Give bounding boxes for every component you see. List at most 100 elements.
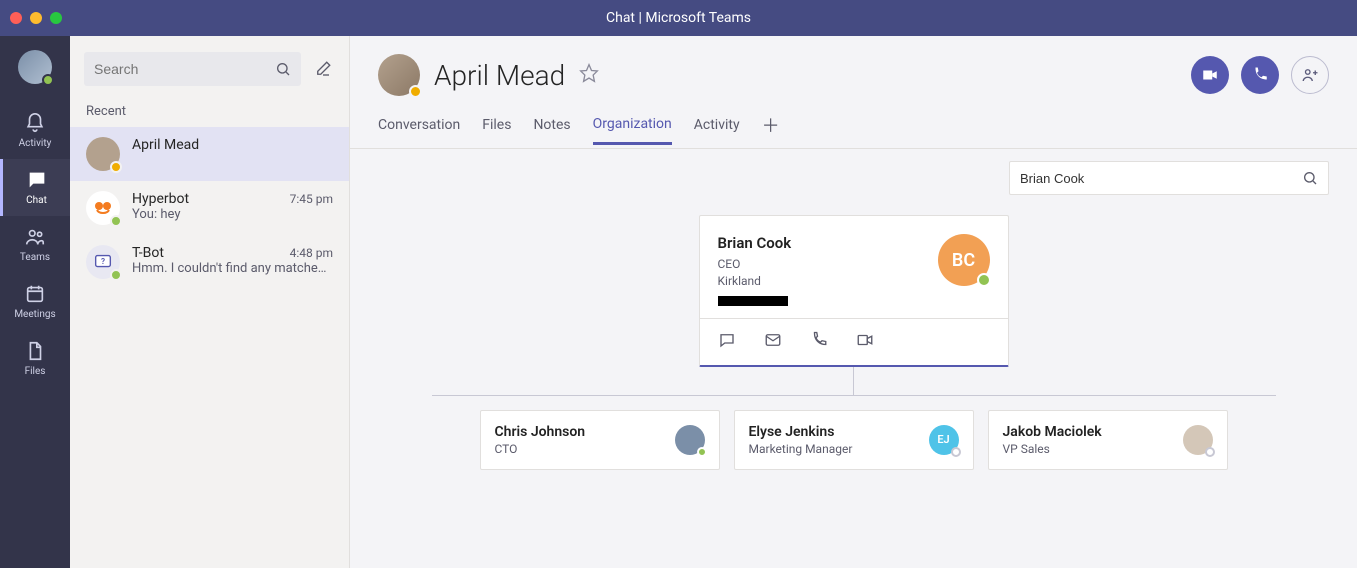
report-avatar bbox=[675, 425, 705, 455]
redacted-text bbox=[718, 296, 788, 306]
org-search-box[interactable] bbox=[1009, 161, 1329, 195]
maximize-window-button[interactable] bbox=[50, 12, 62, 24]
app-rail: Activity Chat Teams Meetings Files bbox=[0, 36, 70, 568]
status-available-icon bbox=[977, 273, 991, 287]
tab-conversation[interactable]: Conversation bbox=[378, 117, 460, 143]
card-avatar: BC bbox=[938, 234, 990, 286]
nav-arrows bbox=[86, 10, 104, 26]
tab-activity[interactable]: Activity bbox=[694, 117, 740, 143]
status-dot bbox=[110, 161, 122, 173]
rail-activity[interactable]: Activity bbox=[0, 102, 70, 159]
video-call-button[interactable] bbox=[1191, 56, 1229, 94]
presence-indicator bbox=[42, 74, 54, 86]
status-dot bbox=[1205, 447, 1215, 457]
mail-icon bbox=[764, 331, 782, 349]
chat-list: Recent April Mead Hyperbot 7:45 pm bbox=[70, 36, 350, 568]
tabs: Conversation Files Notes Organization Activi… bbox=[350, 96, 1357, 149]
compose-button[interactable] bbox=[311, 52, 335, 86]
me-avatar[interactable] bbox=[18, 50, 52, 84]
org-search-input[interactable] bbox=[1020, 171, 1302, 186]
search-icon bbox=[275, 61, 291, 77]
chat-avatar bbox=[86, 191, 120, 225]
favorite-button[interactable] bbox=[579, 63, 599, 87]
audio-call-button[interactable] bbox=[1241, 56, 1279, 94]
close-window-button[interactable] bbox=[10, 12, 22, 24]
status-dot bbox=[110, 215, 122, 227]
file-icon bbox=[24, 340, 46, 362]
card-call-button[interactable] bbox=[810, 331, 828, 353]
phone-icon bbox=[810, 331, 828, 349]
org-person-card[interactable]: Brian Cook CEO Kirkland BC bbox=[699, 215, 1009, 367]
search-input[interactable] bbox=[94, 61, 275, 77]
chat-header: April Mead bbox=[350, 36, 1357, 96]
chat-name: Hyperbot bbox=[132, 191, 189, 207]
rail-label: Activity bbox=[19, 138, 52, 149]
add-tab-button[interactable]: ＋ bbox=[762, 112, 780, 148]
report-avatar: EJ bbox=[929, 425, 959, 455]
card-location: Kirkland bbox=[718, 273, 926, 290]
rail-meetings[interactable]: Meetings bbox=[0, 273, 70, 330]
report-role: Marketing Manager bbox=[749, 442, 853, 456]
traffic-lights bbox=[10, 12, 62, 24]
status-dot bbox=[697, 447, 707, 457]
video-icon bbox=[1201, 66, 1219, 84]
star-icon bbox=[579, 63, 599, 83]
recent-label: Recent bbox=[70, 86, 349, 127]
titlebar: Chat | Microsoft Teams bbox=[0, 0, 1357, 36]
video-icon bbox=[856, 331, 874, 349]
rail-teams[interactable]: Teams bbox=[0, 216, 70, 273]
chat-avatar bbox=[86, 137, 120, 171]
tab-organization[interactable]: Organization bbox=[593, 116, 672, 145]
card-mail-button[interactable] bbox=[764, 331, 782, 353]
chat-icon bbox=[718, 331, 736, 349]
chat-list-item[interactable]: April Mead bbox=[70, 127, 349, 181]
search-box[interactable] bbox=[84, 52, 301, 86]
chat-avatar: ? bbox=[86, 245, 120, 279]
bell-icon bbox=[24, 112, 46, 134]
rail-label: Teams bbox=[20, 252, 50, 263]
chat-preview: You: hey bbox=[132, 207, 333, 222]
organization-view: Brian Cook CEO Kirkland BC bbox=[350, 149, 1357, 568]
status-dot bbox=[951, 447, 961, 457]
chat-list-item[interactable]: ? T-Bot 4:48 pm Hmm. I couldn't find any… bbox=[70, 235, 349, 289]
content-area: April Mead Conversation Files Notes Organiz… bbox=[350, 36, 1357, 568]
status-dot bbox=[110, 269, 122, 281]
search-icon bbox=[1302, 170, 1318, 186]
people-icon bbox=[24, 226, 46, 248]
compose-icon bbox=[314, 60, 332, 78]
card-actions bbox=[700, 318, 1008, 365]
card-role: CEO bbox=[718, 256, 926, 273]
org-report-card[interactable]: Elyse Jenkins Marketing Manager EJ bbox=[734, 410, 974, 470]
rail-files[interactable]: Files bbox=[0, 330, 70, 387]
status-away-icon bbox=[409, 85, 422, 98]
rail-label: Files bbox=[25, 366, 46, 377]
org-connector-line bbox=[853, 367, 854, 395]
avatar-initials: BC bbox=[952, 250, 975, 271]
bot-icon: ? bbox=[92, 251, 114, 273]
chat-name: April Mead bbox=[132, 137, 199, 153]
chat-time: 7:45 pm bbox=[290, 192, 333, 206]
report-role: CTO bbox=[495, 442, 586, 456]
tab-notes[interactable]: Notes bbox=[533, 117, 570, 143]
chat-name: T-Bot bbox=[132, 245, 164, 261]
card-name: Brian Cook bbox=[718, 234, 926, 252]
contact-avatar[interactable] bbox=[378, 54, 420, 96]
chat-list-item[interactable]: Hyperbot 7:45 pm You: hey bbox=[70, 181, 349, 235]
chat-preview: Hmm. I couldn't find any matches. C… bbox=[132, 261, 333, 276]
minimize-window-button[interactable] bbox=[30, 12, 42, 24]
org-report-card[interactable]: Jakob Maciolek VP Sales bbox=[988, 410, 1228, 470]
calendar-icon bbox=[24, 283, 46, 305]
card-video-button[interactable] bbox=[856, 331, 874, 353]
phone-icon bbox=[1251, 66, 1269, 84]
report-role: VP Sales bbox=[1003, 442, 1102, 456]
tab-files[interactable]: Files bbox=[482, 117, 511, 143]
card-chat-button[interactable] bbox=[718, 331, 736, 353]
org-reports: Chris Johnson CTO Elyse Jenkins Marketin… bbox=[480, 410, 1228, 470]
report-name: Jakob Maciolek bbox=[1003, 424, 1102, 440]
rail-chat[interactable]: Chat bbox=[0, 159, 70, 216]
add-people-button[interactable] bbox=[1291, 56, 1329, 94]
people-add-icon bbox=[1301, 66, 1319, 84]
org-report-card[interactable]: Chris Johnson CTO bbox=[480, 410, 720, 470]
report-name: Chris Johnson bbox=[495, 424, 586, 440]
org-horizontal-line bbox=[432, 395, 1276, 396]
